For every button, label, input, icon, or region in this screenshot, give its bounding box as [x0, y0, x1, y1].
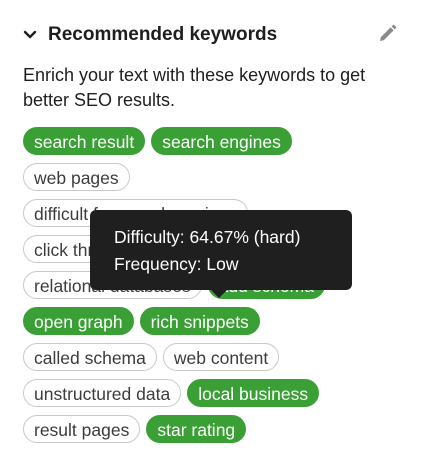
keyword-chip[interactable]: star rating — [146, 415, 247, 443]
keyword-chip[interactable]: called schema — [23, 343, 157, 371]
keyword-row: unstructured data local business — [23, 379, 403, 409]
keyword-chip[interactable]: web content — [162, 343, 280, 371]
recommended-keywords-panel: Recommended keywords Enrich your text wi… — [0, 0, 423, 468]
chevron-down-icon[interactable] — [22, 27, 38, 43]
tooltip-difficulty: Difficulty: 64.67% (hard) — [114, 227, 301, 247]
tooltip-arrow — [210, 289, 228, 298]
keyword-row: search result search engines — [23, 127, 403, 157]
keyword-row: result pages star rating — [23, 415, 403, 445]
tooltip-frequency: Frequency: Low — [114, 254, 239, 274]
keyword-row: open graph rich snippets — [23, 307, 403, 337]
keyword-row: web pages — [23, 163, 403, 193]
keyword-tooltip: Difficulty: 64.67% (hard) Frequency: Low — [90, 210, 352, 290]
pencil-icon[interactable] — [376, 23, 398, 45]
keyword-chip[interactable]: search engines — [151, 127, 292, 155]
keyword-chip[interactable]: search result — [23, 127, 146, 155]
keyword-chip[interactable]: open graph — [23, 307, 134, 335]
panel-title: Recommended keywords — [48, 24, 278, 45]
keyword-chip[interactable]: rich snippets — [139, 307, 260, 335]
panel-description: Enrich your text with these keywords to … — [23, 65, 366, 110]
keyword-chip[interactable]: web pages — [23, 163, 130, 191]
keyword-chip[interactable]: unstructured data — [23, 379, 182, 407]
keyword-chip[interactable]: local business — [187, 379, 320, 407]
keyword-chip[interactable]: result pages — [23, 415, 141, 443]
panel-header: Recommended keywords — [22, 20, 402, 52]
keyword-row: called schema web content — [23, 343, 403, 373]
